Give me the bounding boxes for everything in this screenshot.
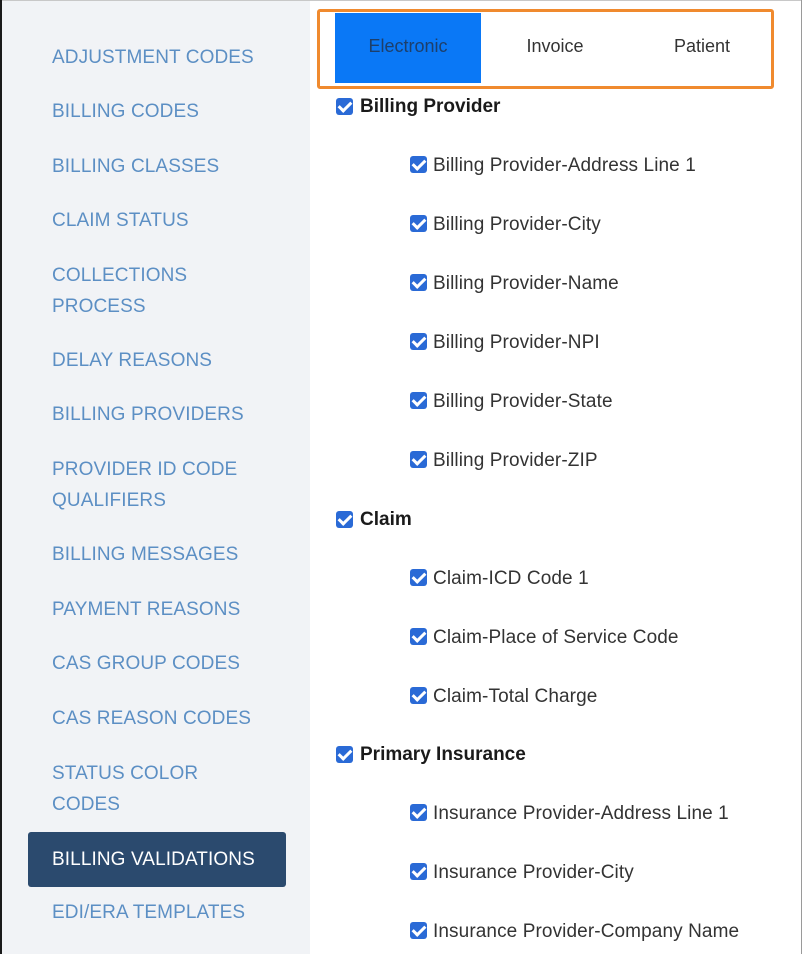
billing-provider-state-label: Billing Provider-State <box>433 391 613 412</box>
primary-insurance-group-checkbox[interactable] <box>336 746 353 763</box>
claim-icd-code-1-checkbox[interactable] <box>410 569 427 586</box>
claim-total-charge-label: Claim-Total Charge <box>433 686 598 707</box>
billing-provider-group-checkbox[interactable] <box>336 98 353 115</box>
primary-insurance-group-label: Primary Insurance <box>360 744 526 765</box>
insurance-provider-company-name-label: Insurance Provider-Company Name <box>433 921 740 942</box>
billing-provider-zip-label: Billing Provider-ZIP <box>433 450 598 471</box>
settings-sidebar: ADJUSTMENT CODES BILLING CODES BILLING C… <box>2 1 310 954</box>
sidebar-item-billing-classes[interactable]: BILLING CLASSES <box>52 151 282 182</box>
insurance-provider-address-line-1-label: Insurance Provider-Address Line 1 <box>433 803 729 824</box>
billing-provider-name-label: Billing Provider-Name <box>433 273 619 294</box>
claim-total-charge-checkbox[interactable] <box>410 687 427 704</box>
sidebar-item-cas-reason-codes[interactable]: CAS REASON CODES <box>52 703 282 734</box>
claim-place-of-service-code-checkbox[interactable] <box>410 628 427 645</box>
insurance-provider-city-checkbox[interactable] <box>410 863 427 880</box>
insurance-provider-address-line-1-checkbox[interactable] <box>410 804 427 821</box>
billing-provider-zip-checkbox[interactable] <box>410 451 427 468</box>
billing-provider-group-label: Billing Provider <box>360 96 501 117</box>
billing-provider-address-line-1-label: Billing Provider-Address Line 1 <box>433 155 696 176</box>
tab-invoice[interactable]: Invoice <box>482 13 628 83</box>
billing-provider-city-checkbox[interactable] <box>410 215 427 232</box>
tab-patient[interactable]: Patient <box>629 13 775 83</box>
insurance-provider-company-name-checkbox[interactable] <box>410 922 427 939</box>
claim-group-label: Claim <box>360 509 412 530</box>
tab-electronic[interactable]: Electronic <box>335 13 481 83</box>
billing-provider-npi-label: Billing Provider-NPI <box>433 332 600 353</box>
sidebar-item-edi-era-templates[interactable]: EDI/ERA TEMPLATES <box>52 897 282 928</box>
billing-provider-address-line-1-checkbox[interactable] <box>410 156 427 173</box>
sidebar-item-billing-codes[interactable]: BILLING CODES <box>52 96 282 127</box>
sidebar-item-billing-messages[interactable]: BILLING MESSAGES <box>52 539 282 570</box>
sidebar-item-delay-reasons[interactable]: DELAY REASONS <box>52 345 282 376</box>
sidebar-item-billing-providers[interactable]: BILLING PROVIDERS <box>52 399 282 430</box>
billing-provider-city-label: Billing Provider-City <box>433 214 601 235</box>
insurance-provider-city-label: Insurance Provider-City <box>433 862 634 883</box>
sidebar-item-status-color-codes[interactable]: STATUS COLOR CODES <box>52 758 222 820</box>
claim-place-of-service-code-label: Claim-Place of Service Code <box>433 627 679 648</box>
sidebar-item-billing-validations[interactable]: BILLING VALIDATIONS <box>28 832 286 887</box>
sidebar-item-claim-status[interactable]: CLAIM STATUS <box>52 205 282 236</box>
sidebar-item-cas-group-codes[interactable]: CAS GROUP CODES <box>52 648 282 679</box>
billing-provider-state-checkbox[interactable] <box>410 392 427 409</box>
sidebar-item-payment-reasons[interactable]: PAYMENT REASONS <box>52 594 282 625</box>
claim-group-checkbox[interactable] <box>336 511 353 528</box>
sidebar-item-adjustment-codes[interactable]: ADJUSTMENT CODES <box>52 42 282 73</box>
sidebar-item-collections-process[interactable]: COLLECTIONS PROCESS <box>52 260 222 322</box>
sidebar-item-provider-id-code-qualifiers[interactable]: PROVIDER ID CODE QUALIFIERS <box>52 454 252 516</box>
claim-icd-code-1-label: Claim-ICD Code 1 <box>433 568 589 589</box>
billing-provider-npi-checkbox[interactable] <box>410 333 427 350</box>
billing-provider-name-checkbox[interactable] <box>410 274 427 291</box>
